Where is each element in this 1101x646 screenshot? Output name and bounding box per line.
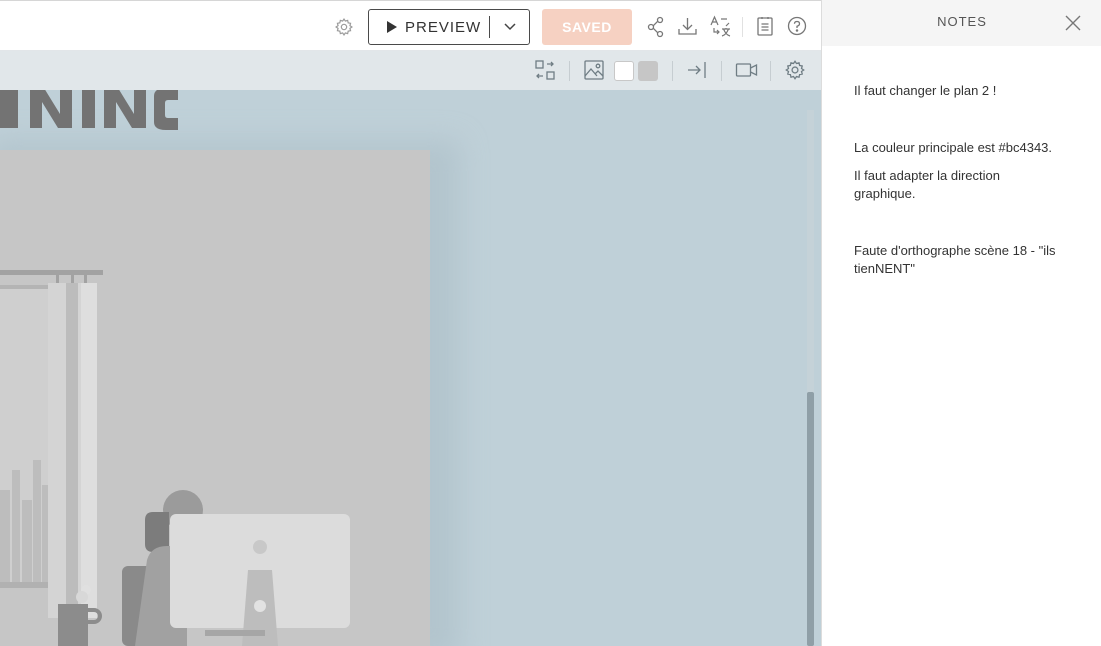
saved-button[interactable]: SAVED xyxy=(542,9,632,45)
toolbar-divider xyxy=(770,61,771,81)
camera-icon[interactable] xyxy=(735,62,758,78)
scene-illustration xyxy=(0,90,460,646)
scene-toolbar xyxy=(0,51,821,90)
image-icon[interactable] xyxy=(583,59,605,81)
close-icon[interactable] xyxy=(1064,14,1082,32)
notes-title: NOTES xyxy=(937,14,987,29)
translate-icon[interactable] xyxy=(709,15,731,38)
chevron-down-icon xyxy=(504,23,516,31)
background-white-swatch[interactable] xyxy=(614,61,634,81)
note-item[interactable]: Faute d'orthographe scène 18 - "ils tien… xyxy=(854,242,1076,278)
enter-icon[interactable] xyxy=(686,60,708,80)
toolbar-divider xyxy=(672,61,673,81)
scene-canvas[interactable] xyxy=(0,90,821,646)
settings-icon[interactable] xyxy=(334,17,354,37)
preview-label: PREVIEW xyxy=(405,19,482,36)
toolbar-divider xyxy=(742,17,743,37)
preview-dropdown-button[interactable] xyxy=(490,10,530,44)
toolbar-divider xyxy=(721,61,722,81)
share-icon[interactable] xyxy=(646,16,666,38)
settings-icon[interactable] xyxy=(784,59,806,81)
note-item[interactable]: Il faut adapter la direction graphique. xyxy=(854,167,1044,203)
note-item[interactable]: Il faut changer le plan 2 ! xyxy=(854,82,1079,100)
preview-button[interactable]: PREVIEW xyxy=(369,10,489,44)
play-icon xyxy=(387,21,397,33)
note-item[interactable]: La couleur principale est #bc4343. xyxy=(854,139,1079,157)
notes-panel: NOTES Il faut changer le plan 2 ! La cou… xyxy=(821,0,1101,646)
help-icon[interactable] xyxy=(787,16,807,36)
download-icon[interactable] xyxy=(677,16,698,37)
canvas-scrollbar-thumb[interactable] xyxy=(807,392,814,646)
preview-split-button: PREVIEW xyxy=(368,9,530,45)
notes-icon[interactable] xyxy=(756,16,774,37)
toolbar-divider xyxy=(569,61,570,81)
swap-layout-icon[interactable] xyxy=(534,59,556,81)
notes-header: NOTES xyxy=(822,0,1101,46)
background-gray-swatch[interactable] xyxy=(638,61,658,81)
top-toolbar: PREVIEW SAVED xyxy=(0,0,821,51)
